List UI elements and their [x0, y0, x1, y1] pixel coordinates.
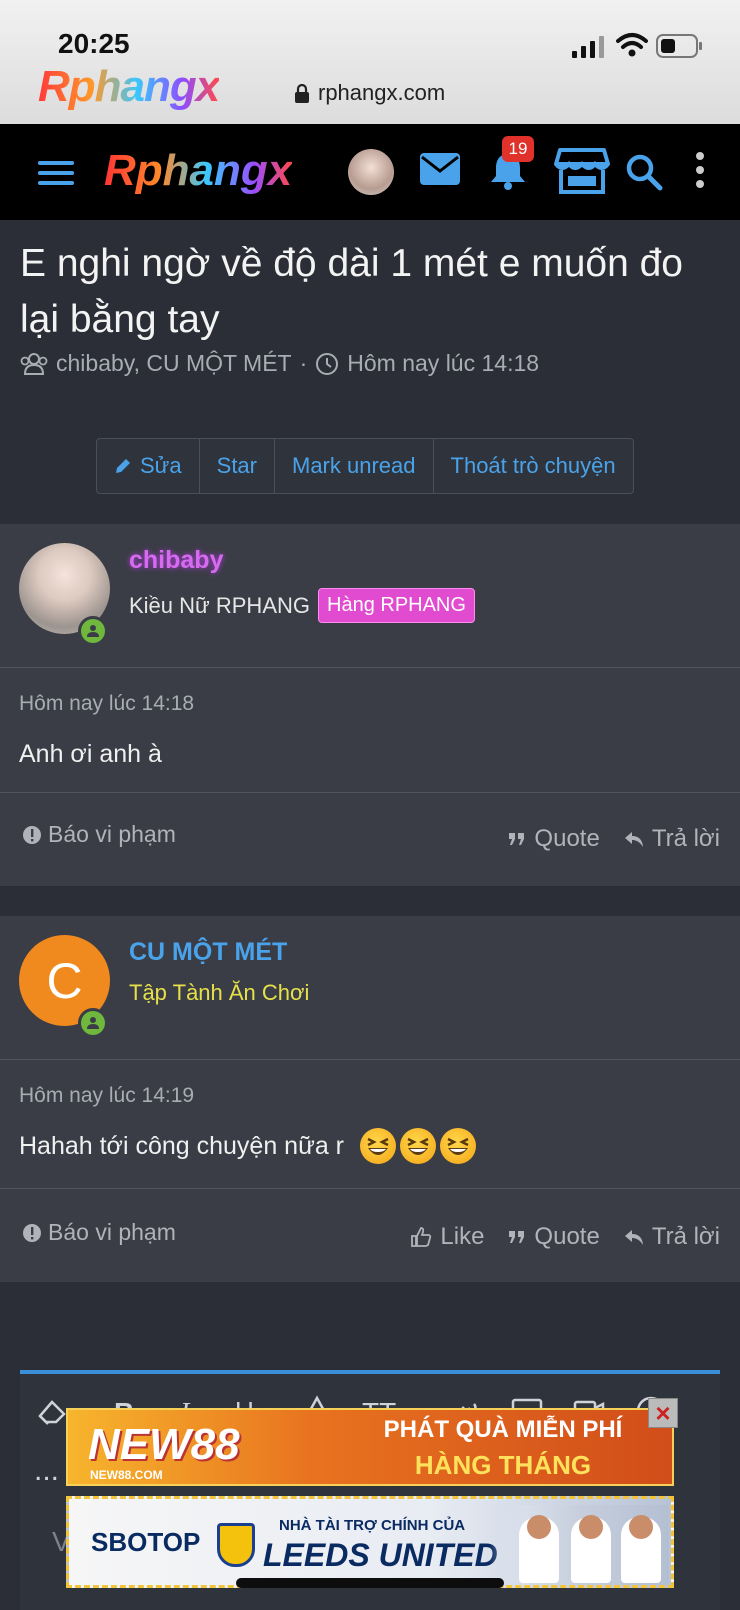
report-label: Báo vi phạm — [48, 821, 176, 847]
report-button[interactable]: Báo vi phạm — [22, 1219, 176, 1246]
star-button[interactable]: Star — [200, 439, 275, 493]
post-text: Hahah tới công chuyện nữa r — [19, 1131, 344, 1160]
more-vertical-icon[interactable] — [690, 150, 710, 192]
ad-club-name: LEEDS UNITED — [263, 1537, 498, 1573]
post-actions: Like Quote Trả lời — [410, 1223, 720, 1251]
battery-icon — [656, 34, 702, 58]
avatar-letter: C — [46, 952, 83, 1009]
account-avatar[interactable] — [348, 149, 394, 195]
edit-button-label: Sửa — [140, 453, 182, 478]
reply-button[interactable]: Trả lời — [624, 1223, 720, 1251]
eraser-icon[interactable] — [36, 1394, 70, 1428]
ad-brand: SBOTOP — [91, 1527, 201, 1557]
meta-separator: · — [299, 350, 308, 376]
report-button[interactable]: Báo vi phạm — [22, 821, 176, 848]
leave-conversation-button[interactable]: Thoát trò chuyện — [434, 439, 633, 493]
quote-button[interactable]: Quote — [508, 825, 600, 853]
quote-label: Quote — [534, 1223, 600, 1250]
menu-icon[interactable] — [38, 159, 76, 187]
reply-label: Trả lời — [651, 1223, 720, 1250]
username[interactable]: CU MỘT MÉT — [129, 938, 287, 967]
post-user-info: chibaby Kiều Nữ RPHANG Hàng RPHANG — [0, 524, 740, 668]
thumbs-up-icon — [411, 1227, 432, 1247]
user-title: Kiều Nữ RPHANG — [129, 592, 310, 618]
quote-label: Quote — [534, 825, 600, 852]
users-icon — [20, 352, 48, 375]
post-footer: Báo vi phạm Like Quote Trả lời — [0, 1188, 740, 1282]
post-actions: Quote Trả lời — [508, 825, 720, 853]
rank-badge: Hàng RPHANG — [318, 588, 475, 623]
laughing-emoji-icon — [440, 1128, 476, 1164]
online-status-icon — [78, 1008, 108, 1038]
report-label: Báo vi phạm — [48, 1219, 176, 1245]
ad-banner-new88[interactable]: NEW88 NEW88.COM PHÁT QUÀ MIỄN PHÍ HÀNG T… — [66, 1398, 678, 1486]
thread-action-bar: Sửa Star Mark unread Thoát trò chuyện — [96, 438, 634, 494]
quote-icon — [509, 1231, 525, 1243]
reply-icon — [624, 832, 643, 847]
mark-unread-button[interactable]: Mark unread — [275, 439, 434, 493]
like-button[interactable]: Like — [410, 1223, 484, 1251]
reply-button[interactable]: Trả lời — [624, 825, 720, 853]
message-post: chibaby Kiều Nữ RPHANG Hàng RPHANG Hôm n… — [0, 524, 740, 886]
alert-icon — [23, 1223, 41, 1242]
notification-badge: 19 — [502, 136, 534, 162]
alert-icon — [23, 825, 41, 844]
quote-button[interactable]: Quote — [508, 1223, 600, 1251]
reply-label: Trả lời — [651, 825, 720, 852]
thread-title: E nghi ngờ về độ dài 1 mét e muốn đo lại… — [20, 242, 683, 341]
url-field[interactable]: rphangx.com — [318, 80, 445, 106]
mail-icon[interactable] — [420, 153, 460, 185]
more-tools-button[interactable]: ... — [34, 1454, 59, 1488]
ad-logo-subtext: NEW88.COM — [90, 1468, 163, 1482]
club-crest-icon — [217, 1523, 255, 1567]
user-title: Tập Tành Ăn Chơi — [129, 980, 310, 1005]
laughing-emoji-icon — [400, 1128, 436, 1164]
ad-banner-sbotop[interactable]: SBOTOP NHÀ TÀI TRỢ CHÍNH CỦA LEEDS UNITE… — [66, 1496, 674, 1588]
thread-participants[interactable]: chibaby, CU MỘT MÉT — [56, 350, 292, 377]
online-status-icon — [78, 616, 108, 646]
like-label: Like — [440, 1223, 485, 1250]
username[interactable]: chibaby — [129, 546, 223, 575]
site-logo-link[interactable]: Rphangx — [104, 146, 292, 196]
quote-icon — [509, 833, 525, 845]
close-ad-button[interactable]: × — [648, 1398, 678, 1428]
signal-icon — [572, 36, 604, 58]
clock-icon — [316, 352, 339, 375]
lock-icon — [295, 84, 309, 103]
ad-players-image — [489, 1505, 669, 1585]
ad-headline: PHÁT QUÀ MIỄN PHÍ — [383, 1416, 623, 1443]
browser-top-bar: 20:25 Rphangx rphangx.com — [0, 0, 740, 124]
post-body: Hahah tới công chuyện nữa r — [19, 1128, 476, 1164]
wifi-icon — [616, 33, 648, 57]
status-time: 20:25 — [58, 28, 130, 59]
edit-button[interactable]: Sửa — [97, 439, 200, 493]
store-icon[interactable] — [554, 146, 610, 196]
site-logo: Rphangx — [38, 62, 220, 111]
post-user-info: C CU MỘT MÉT Tập Tành Ăn Chơi — [0, 916, 740, 1060]
ad-logo: NEW88 — [88, 1420, 240, 1469]
post-date[interactable]: Hôm nay lúc 14:19 — [19, 1084, 194, 1108]
message-post: C CU MỘT MÉT Tập Tành Ăn Chơi Hôm nay lú… — [0, 916, 740, 1282]
post-footer: Báo vi phạm Quote Trả lời — [0, 792, 740, 886]
thread-time: Hôm nay lúc 14:18 — [347, 350, 540, 376]
post-body: Anh ơi anh à — [19, 740, 162, 768]
pencil-icon — [116, 459, 130, 473]
home-indicator — [236, 1578, 504, 1588]
user-title-row: Kiều Nữ RPHANG Hàng RPHANG — [129, 588, 475, 623]
ad-sponsor-text: NHÀ TÀI TRỢ CHÍNH CỦA — [279, 1517, 466, 1534]
thread-meta: chibaby, CU MỘT MÉT · Hôm nay lúc 14:18 — [20, 350, 539, 377]
reply-icon — [624, 1230, 643, 1245]
ad-subheadline: HÀNG THÁNG — [414, 1450, 592, 1480]
laughing-emoji-icon — [360, 1128, 396, 1164]
post-date[interactable]: Hôm nay lúc 14:18 — [19, 692, 194, 716]
site-navbar: Rphangx 19 — [0, 124, 740, 220]
search-icon[interactable] — [624, 152, 664, 192]
